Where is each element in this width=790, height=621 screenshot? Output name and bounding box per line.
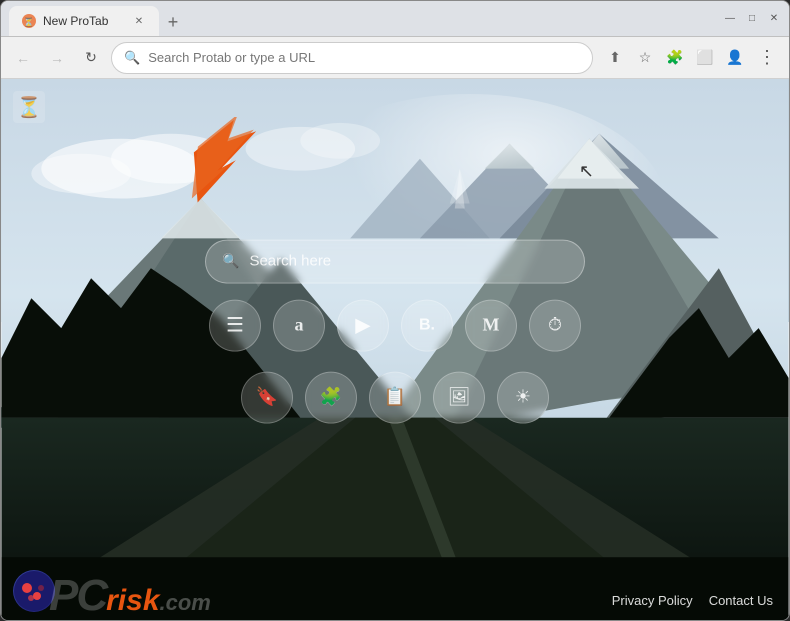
contact-us-link[interactable]: Contact Us bbox=[709, 593, 773, 608]
quick-icon-history[interactable]: ⏱ bbox=[529, 299, 581, 351]
new-tab-button[interactable]: + bbox=[159, 8, 187, 36]
quick-icon-amazon[interactable]: a bbox=[273, 299, 325, 351]
bookmark-star-icon[interactable]: ☆ bbox=[633, 46, 657, 70]
back-button[interactable]: ← bbox=[9, 44, 37, 72]
browser-window: ⏳ New ProTab ✕ + — □ ✕ ← → ↻ 🔍 Search Pr… bbox=[0, 0, 790, 621]
logo-com-text: .com bbox=[160, 592, 211, 614]
footer-links: Privacy Policy Contact Us bbox=[612, 593, 773, 608]
profile-icon[interactable]: 👤 bbox=[723, 46, 747, 70]
pcr-logo-text: PC risk .com bbox=[49, 574, 211, 618]
browser-menu-button[interactable]: ⋮ bbox=[753, 44, 781, 72]
quick-icon-booking[interactable]: B. bbox=[401, 299, 453, 351]
privacy-policy-link[interactable]: Privacy Policy bbox=[612, 593, 693, 608]
extensions-icon[interactable]: 🧩 bbox=[663, 46, 687, 70]
search-icon: 🔍 bbox=[124, 50, 140, 66]
split-view-icon[interactable]: ⬜ bbox=[693, 46, 717, 70]
logo-risk-text: risk bbox=[106, 586, 159, 616]
quick-icon-video[interactable]: ▶ bbox=[337, 299, 389, 351]
quick-icon-clipboard[interactable]: 📋 bbox=[369, 371, 421, 423]
refresh-button[interactable]: ↻ bbox=[77, 44, 105, 72]
minimize-button[interactable]: — bbox=[723, 12, 737, 26]
svg-text:⏳: ⏳ bbox=[23, 16, 34, 27]
forward-button[interactable]: → bbox=[43, 44, 71, 72]
search-bar-icon: 🔍 bbox=[222, 253, 239, 270]
address-placeholder: Search Protab or type a URL bbox=[148, 50, 580, 65]
active-tab[interactable]: ⏳ New ProTab ✕ bbox=[9, 6, 159, 36]
share-icon[interactable]: ⬆ bbox=[603, 46, 627, 70]
quick-icon-gmail[interactable]: M bbox=[465, 299, 517, 351]
address-bar-icons: ⬆ ☆ 🧩 ⬜ 👤 bbox=[603, 46, 747, 70]
window-controls: — □ ✕ bbox=[723, 12, 781, 26]
quick-icons-row2: 🔖 🧩 📋 🖼 ☀ bbox=[241, 371, 549, 423]
quick-icon-menu[interactable]: ☰ bbox=[209, 299, 261, 351]
nav-bar: ← → ↻ 🔍 Search Protab or type a URL ⬆ ☆ … bbox=[1, 37, 789, 79]
logo-pc-text: PC bbox=[49, 574, 106, 618]
maximize-button[interactable]: □ bbox=[745, 12, 759, 26]
tab-close-button[interactable]: ✕ bbox=[131, 13, 147, 29]
close-button[interactable]: ✕ bbox=[767, 12, 781, 26]
quick-icon-extensions[interactable]: 🧩 bbox=[305, 371, 357, 423]
quick-icons-row1: ☰ a ▶ B. M ⏱ bbox=[209, 299, 581, 351]
tab-title: New ProTab bbox=[43, 14, 108, 28]
page-content: ⏳ 🔍 Search here ☰ a ▶ B. M ⏱ bbox=[1, 79, 789, 620]
search-overlay: 🔍 Search here ☰ a ▶ B. M ⏱ 🔖 🧩 📋 🖼 ☀ bbox=[205, 239, 585, 423]
title-bar: ⏳ New ProTab ✕ + — □ ✕ bbox=[1, 1, 789, 37]
address-bar[interactable]: 🔍 Search Protab or type a URL bbox=[111, 42, 593, 74]
quick-icon-weather[interactable]: ☀ bbox=[497, 371, 549, 423]
quick-icon-image[interactable]: 🖼 bbox=[433, 371, 485, 423]
main-search-bar[interactable]: 🔍 Search here bbox=[205, 239, 585, 283]
tab-favicon: ⏳ bbox=[21, 13, 37, 29]
search-bar-placeholder: Search here bbox=[249, 253, 331, 270]
tab-strip: ⏳ New ProTab ✕ + bbox=[9, 1, 711, 36]
bottom-bar: PC risk .com Privacy Policy Contact Us bbox=[1, 580, 789, 620]
hourglass-favicon: ⏳ bbox=[13, 91, 45, 123]
quick-icon-bookmarks[interactable]: 🔖 bbox=[241, 371, 293, 423]
